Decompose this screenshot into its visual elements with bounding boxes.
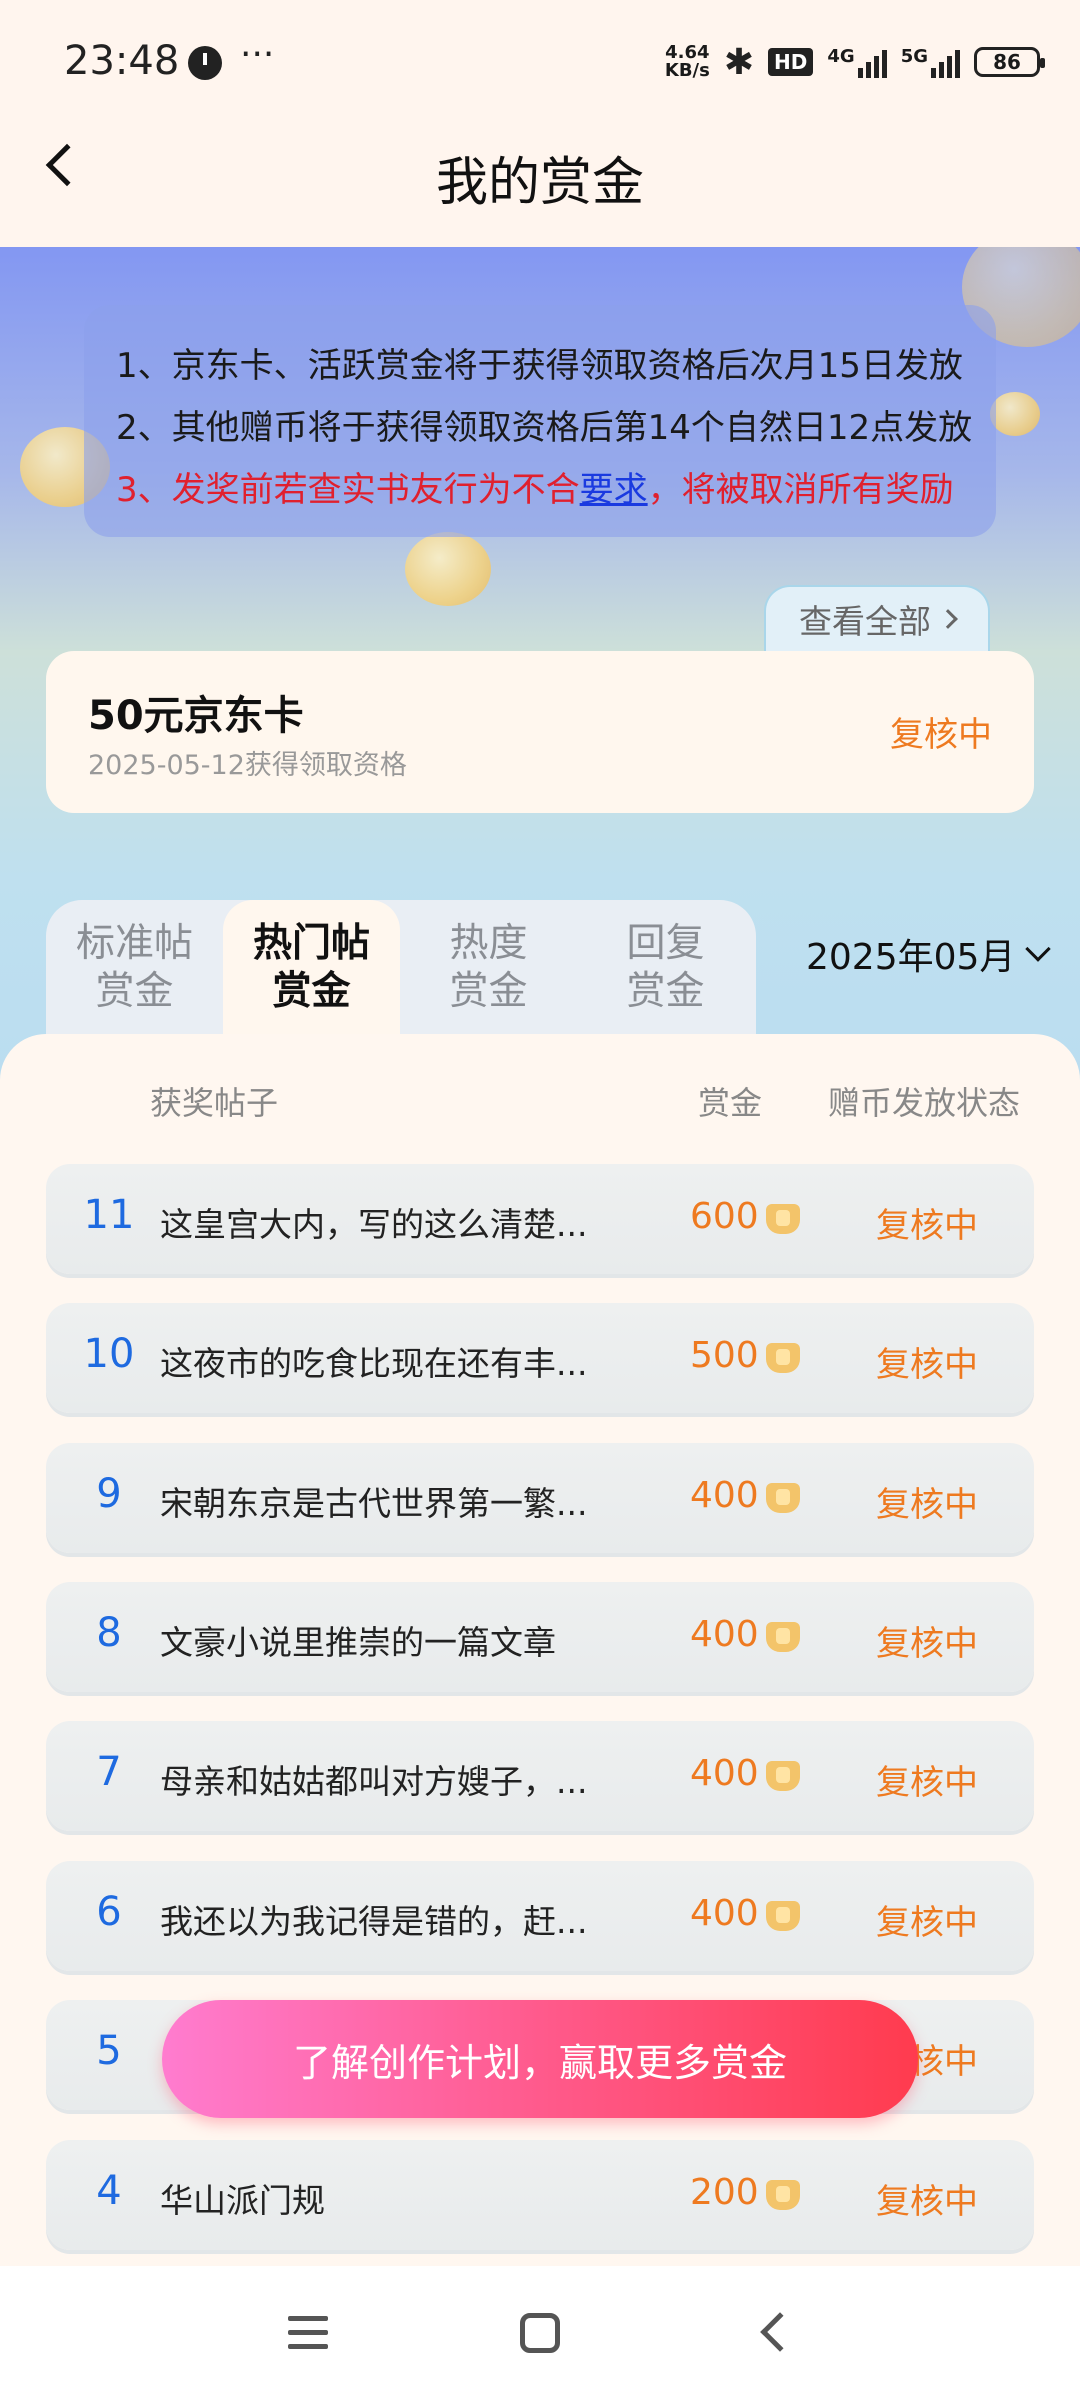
coin-icon	[766, 1622, 800, 1652]
month-selector[interactable]: 2025年05月	[806, 928, 1052, 980]
reward-status: 复核中	[890, 715, 992, 755]
column-header-status: 赠币发放状态	[828, 1084, 1021, 1122]
row-rank: 4	[96, 2168, 122, 2214]
home-icon[interactable]	[520, 2313, 560, 2353]
table-row[interactable]: 9 宋朝东京是古代世界第一繁... 400 复核中	[46, 1443, 1034, 1553]
row-status: 复核中	[876, 1763, 978, 1803]
coin-icon	[766, 1483, 800, 1513]
coin-icon	[766, 1343, 800, 1373]
row-amount: 400	[690, 1753, 759, 1794]
jd-card-reward[interactable]: 50元京东卡 2025-05-12获得领取资格 复核中	[46, 651, 1034, 813]
view-all-button[interactable]: 查看全部	[764, 585, 990, 651]
cellular-signal-icon: 4G	[827, 46, 887, 78]
coin-decoration	[990, 392, 1040, 436]
row-title: 我还以为我记得是错的，赶...	[160, 1902, 588, 1941]
hd-voice-icon: HD	[768, 48, 814, 76]
requirements-link[interactable]: 要求	[580, 470, 648, 510]
row-amount: 400	[690, 1893, 759, 1934]
table-row[interactable]: 7 母亲和姑姑都叫对方嫂子，... 400 复核中	[46, 1721, 1034, 1831]
table-row[interactable]: 11 这皇宫大内，写的这么清楚... 600 复核中	[46, 1164, 1034, 1274]
more-notifications-icon: ···	[240, 34, 275, 75]
row-title: 文豪小说里推崇的一篇文章	[160, 1623, 556, 1662]
row-title: 这皇宫大内，写的这么清楚...	[160, 1205, 588, 1244]
row-rank: 7	[96, 1749, 122, 1795]
row-status: 复核中	[876, 1345, 978, 1385]
row-status: 复核中	[876, 1903, 978, 1943]
rule-line-2: 2、其他赠币将于获得领取资格后第14个自然日12点发放	[116, 408, 973, 448]
chevron-down-icon	[1025, 936, 1052, 962]
table-row[interactable]: 10 这夜市的吃食比现在还有丰... 500 复核中	[46, 1303, 1034, 1413]
row-status: 复核中	[876, 1485, 978, 1525]
row-amount: 600	[690, 1196, 759, 1237]
page-title: 我的赏金	[435, 153, 644, 213]
tab-standard-post[interactable]: 标准帖 赏金	[46, 900, 223, 1036]
row-title: 华山派门规	[160, 2181, 325, 2220]
clock-icon	[188, 46, 222, 80]
column-header-post: 获奖帖子	[150, 1084, 279, 1122]
coin-icon	[766, 1204, 800, 1234]
recent-apps-icon[interactable]	[288, 2316, 328, 2350]
creator-plan-button[interactable]: 了解创作计划，赢取更多赏金	[162, 2000, 918, 2118]
row-amount: 400	[690, 1475, 759, 1516]
row-rank: 9	[96, 1471, 122, 1517]
cellular-signal-icon-2: 5G	[901, 46, 960, 78]
row-rank: 5	[96, 2028, 122, 2074]
table-row[interactable]: 6 我还以为我记得是错的，赶... 400 复核中	[46, 1861, 1034, 1971]
row-status: 复核中	[876, 1206, 978, 1246]
tab-popularity[interactable]: 热度 赏金	[400, 900, 577, 1036]
row-status: 复核中	[876, 1624, 978, 1664]
row-title: 这夜市的吃食比现在还有丰...	[160, 1344, 588, 1383]
row-amount: 500	[690, 1335, 759, 1376]
table-row[interactable]: 4 华山派门规 200 复核中	[46, 2140, 1034, 2250]
row-rank: 11	[83, 1192, 135, 1238]
chevron-right-icon	[938, 609, 958, 629]
row-title: 母亲和姑姑都叫对方嫂子，...	[160, 1762, 588, 1801]
row-rank: 8	[96, 1610, 122, 1656]
coin-icon	[766, 1761, 800, 1791]
coin-decoration	[405, 532, 491, 606]
bounty-tabs: 标准帖 赏金 热门帖 赏金 热度 赏金 回复 赏金	[46, 900, 756, 1036]
network-speed: 4.64 KB/s	[664, 42, 710, 81]
rule-line-1: 1、京东卡、活跃赏金将于获得领取资格后次月15日发放	[116, 346, 963, 386]
column-header-amount: 赏金	[698, 1084, 763, 1122]
row-status: 复核中	[876, 2182, 978, 2222]
table-row[interactable]: 8 文豪小说里推崇的一篇文章 400 复核中	[46, 1582, 1034, 1692]
tab-reply[interactable]: 回复 赏金	[577, 900, 754, 1036]
coin-icon	[766, 2180, 800, 2210]
status-indicators: 4.64 KB/s ✱ HD 4G 5G 86	[664, 40, 1045, 84]
status-time: 23:48	[64, 38, 180, 84]
tab-hot-post[interactable]: 热门帖 赏金	[223, 900, 400, 1036]
reward-date: 2025-05-12获得领取资格	[88, 750, 407, 781]
row-amount: 200	[690, 2172, 759, 2213]
coin-icon	[766, 1901, 800, 1931]
row-amount: 400	[690, 1614, 759, 1655]
row-rank: 10	[83, 1331, 135, 1377]
rules-notice: 1、京东卡、活跃赏金将于获得领取资格后次月15日发放 2、其他赠币将于获得领取资…	[84, 305, 996, 537]
row-title: 宋朝东京是古代世界第一繁...	[160, 1484, 588, 1523]
row-rank: 6	[96, 1889, 122, 1935]
rule-line-3: 3、发奖前若查实书友行为不合要求，将被取消所有奖励	[116, 470, 954, 510]
battery-icon: 86	[974, 47, 1045, 77]
reward-title: 50元京东卡	[88, 693, 304, 739]
bluetooth-icon: ✱	[723, 41, 755, 83]
